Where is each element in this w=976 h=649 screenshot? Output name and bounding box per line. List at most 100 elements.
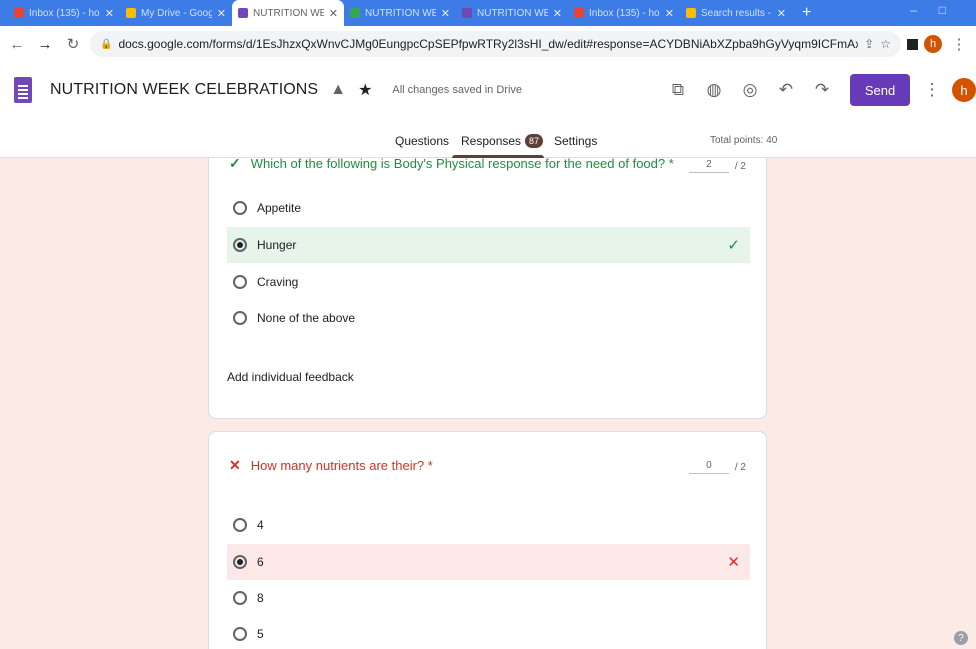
score-input[interactable]: 2 [688,159,729,173]
radio-button [233,275,247,289]
option-label: Craving [257,275,299,289]
browser-toolbar: ← → ↻ 🔒 docs.google.com/forms/d/1EsJhzxQ… [0,26,976,62]
gmail-favicon-icon [14,8,24,18]
more-options-icon[interactable]: ⋮ [922,80,942,100]
browser-tab-strip: Inbox (135) - ho ✕ My Drive - Goog ✕ NUTRI… [0,0,976,26]
address-bar[interactable]: 🔒 docs.google.com/forms/d/1EsJhzxQxWnvCJ… [90,31,901,57]
browser-profile-avatar[interactable]: h [924,35,942,53]
option-label: 8 [257,591,264,605]
close-tab-icon[interactable]: ✕ [105,7,114,20]
tab-responses[interactable]: Responses 87 [461,134,544,148]
option-label: Hunger [257,238,297,252]
close-tab-icon[interactable]: ✕ [665,7,674,20]
add-feedback-link[interactable]: Add individual feedback [227,370,354,384]
google-forms-logo-icon[interactable] [14,77,32,103]
question-card: ✕ How many nutrients are their? * 0 / 2 … [208,431,767,649]
close-tab-icon[interactable]: ✕ [777,7,786,20]
close-tab-icon[interactable]: ✕ [441,7,450,20]
radio-button [233,518,247,532]
radio-button [233,201,247,215]
option-row: 8 [227,580,750,616]
redo-icon[interactable]: ↷ [804,80,840,100]
new-tab-icon[interactable]: + [792,0,821,26]
radio-button [233,311,247,325]
forms-header: NUTRITION WEEK CELEBRATIONS ▲ ★ All chan… [0,62,976,118]
reload-icon[interactable]: ↻ [62,35,84,53]
option-row: Craving [227,264,750,300]
correct-check-icon: ✓ [229,158,241,171]
browser-tab-active[interactable]: NUTRITION WEE✕ [232,0,344,26]
question-card: ✓ Which of the following is Body's Physi… [208,158,767,419]
browser-tab[interactable]: Inbox (135) - ho ✕ [568,0,680,26]
sheets-favicon-icon [350,8,360,18]
option-label: Appetite [257,201,302,215]
correct-check-icon: ✓ [727,237,740,254]
browser-menu-icon[interactable]: ⋮ [948,35,970,53]
header-actions: ⧉ ◍ ◎ ↶ ↷ Send ⋮ h [660,62,976,118]
forms-favicon-icon [238,8,248,18]
incorrect-x-icon: ✕ [727,554,740,571]
browser-tab[interactable]: NUTRITION WE ✕ [456,0,568,26]
score-input[interactable]: 0 [688,460,729,474]
undo-icon[interactable]: ↶ [768,80,804,100]
search-favicon-icon [686,8,696,18]
option-label: None of the above [257,311,356,325]
option-row: None of the above [227,300,750,336]
browser-tab[interactable]: Search results - ✕ [680,0,792,26]
question-text: Which of the following is Body's Physica… [250,158,674,171]
question-header: ✓ Which of the following is Body's Physi… [229,158,674,172]
url-text: docs.google.com/forms/d/1EsJhzxQxWnvCJMg… [118,37,859,51]
radio-button [233,591,247,605]
browser-tab[interactable]: NUTRITION WE ✕ [344,0,456,26]
send-button[interactable]: Send [850,74,910,106]
option-label: 4 [257,518,264,532]
browser-tab[interactable]: My Drive - Goog ✕ [120,0,232,26]
total-points: Total points: 40 [710,135,778,146]
option-row: Appetite [227,190,750,226]
responses-count-badge: 87 [525,134,544,148]
option-row-selected-correct: Hunger ✓ [227,227,750,263]
radio-button-selected [233,555,247,569]
move-to-drive-icon[interactable]: ▲ [330,81,346,99]
radio-button [233,627,247,641]
gmail-favicon-icon [574,8,584,18]
extension-icon[interactable] [907,38,918,50]
tab-responses-label: Responses [461,134,522,148]
tab-questions[interactable]: Questions [395,134,449,148]
option-row: 5 [227,616,750,649]
close-tab-icon[interactable]: ✕ [553,7,562,20]
form-tabs: Questions Responses 87 Settings Total poi… [0,118,976,158]
incorrect-x-icon: ✕ [229,457,241,473]
lock-icon: 🔒 [100,38,113,50]
account-avatar[interactable]: h [952,78,976,102]
window-controls-icon[interactable]: –□ [910,3,968,17]
browser-tab[interactable]: Inbox (135) - ho ✕ [8,0,120,26]
preview-eye-icon[interactable]: ◎ [732,80,768,100]
bookmark-star-icon[interactable]: ☆ [880,37,891,51]
score-field: 0 / 2 [688,460,746,474]
forward-icon[interactable]: → [34,36,56,53]
star-icon[interactable]: ★ [358,80,372,100]
question-text: How many nutrients are their? * [250,458,433,473]
max-score: / 2 [734,160,746,172]
close-tab-icon[interactable]: ✕ [329,7,338,20]
option-label: 6 [257,555,264,569]
tab-settings[interactable]: Settings [554,134,597,148]
help-icon[interactable]: ? [954,631,968,645]
addons-puzzle-icon[interactable]: ⧉ [660,80,696,100]
share-icon[interactable]: ⇪ [864,37,874,51]
close-tab-icon[interactable]: ✕ [217,7,226,20]
max-score: / 2 [734,461,746,473]
responses-area[interactable]: ✓ Which of the following is Body's Physi… [0,158,976,649]
save-status: All changes saved in Drive [392,84,523,96]
drive-favicon-icon [126,8,136,18]
forms-favicon-icon [462,8,472,18]
option-row-selected-incorrect: 6 ✕ [227,544,750,580]
radio-button-selected [233,238,247,252]
option-row: 4 [227,507,750,543]
question-header: ✕ How many nutrients are their? * [229,457,433,474]
back-icon[interactable]: ← [6,36,28,53]
option-label: 5 [257,627,264,641]
palette-icon[interactable]: ◍ [696,80,732,100]
form-title[interactable]: NUTRITION WEEK CELEBRATIONS [50,81,318,99]
